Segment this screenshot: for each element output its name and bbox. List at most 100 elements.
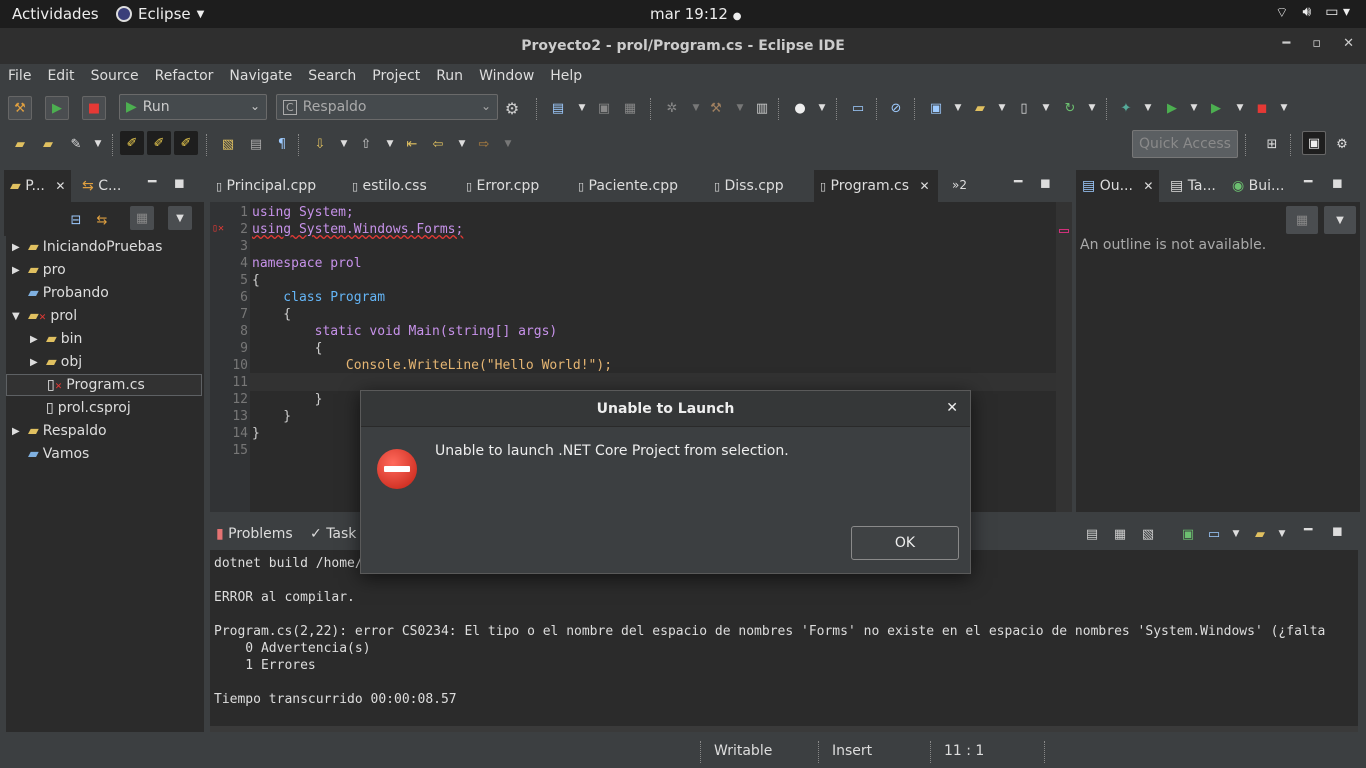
menu-project[interactable]: Project [364,64,428,90]
person-icon[interactable]: ● [788,96,812,120]
chevron-down-icon[interactable]: ▼ [810,96,834,120]
tree-item-program-cs[interactable]: ▯✕ Program.cs [6,374,202,396]
show-whitespace-icon[interactable]: ▤ [244,132,268,156]
view-menu-icon[interactable]: ▼ [168,206,192,230]
expand-icon[interactable]: ▶ [12,265,24,276]
tree-item-obj[interactable]: ▶ ▰ obj [30,351,226,373]
collapse-all-icon[interactable]: ⊟ [64,208,88,232]
console-output[interactable]: dotnet build /home/al ERROR al compilar.… [210,550,1358,732]
open-console-icon[interactable]: ▰ [1248,522,1272,546]
filter-icon[interactable]: ▦ [1286,206,1318,234]
maximize-button[interactable]: ▫ [1312,36,1321,51]
new-icon[interactable]: ▤ [546,96,570,120]
tab-diss-cpp[interactable]: ▯ Diss.cpp [708,170,790,202]
maximize-view-button[interactable]: ◼ [1332,524,1343,539]
block-select-icon[interactable]: ▧ [216,132,240,156]
menu-help[interactable]: Help [542,64,590,90]
ok-button[interactable]: OK [851,526,959,560]
tab-task-list[interactable]: ▤ Ta... [1164,170,1222,202]
view-menu-icon[interactable]: ▼ [1324,206,1356,234]
menu-edit[interactable]: Edit [39,64,82,90]
app-menu-button[interactable]: Eclipse ▼ [116,5,204,23]
new-folder-icon[interactable]: ▰ [968,96,992,120]
word-wrap-icon[interactable]: ▧ [1136,522,1160,546]
last-edit-icon[interactable]: ⇤ [400,132,424,156]
tab-error-cpp[interactable]: ▯ Error.cpp [460,170,545,202]
forward-icon[interactable]: ⇨ [472,132,496,156]
minimize-view-button[interactable]: ━ [1304,174,1312,190]
overview-ruler[interactable] [1056,202,1072,512]
launch-mode-select[interactable]: ▶ Run ⌄ [119,94,267,120]
close-icon[interactable]: ✕ [919,179,929,193]
new-file-icon[interactable]: ▯ [1012,96,1036,120]
close-icon[interactable]: ✕ [1143,179,1153,193]
error-ruler-marker[interactable] [1059,229,1069,233]
expand-icon[interactable]: ▶ [12,242,24,253]
expand-icon[interactable]: ▶ [30,334,42,345]
tree-item-vamos[interactable]: ▰ Vamos [12,443,208,465]
wifi-icon[interactable]: ⌔ [1275,4,1288,22]
filter-icon[interactable]: ▦ [130,206,154,230]
minimize-view-button[interactable]: ━ [1304,522,1312,538]
tab-call-hierarchy[interactable]: ⇆ C... [76,170,127,202]
close-window-button[interactable]: ✕ [1343,36,1354,51]
minimize-view-button[interactable]: ━ [148,174,156,190]
highlight-icon[interactable]: ✐ [147,131,171,155]
clock[interactable]: mar 19:12 ● [650,5,741,23]
tree-item-prol[interactable]: ▼ ▰✕ prol [12,305,208,327]
chevron-down-icon[interactable]: ▼ [1034,96,1058,120]
tab-paciente-cpp[interactable]: ▯ Paciente.cpp [572,170,684,202]
chevron-down-icon[interactable]: ▼ [1270,522,1294,546]
save-all-icon[interactable]: ▦ [618,96,642,120]
menu-run[interactable]: Run [428,64,471,90]
tab-principal-cpp[interactable]: ▯ Principal.cpp [210,170,322,202]
back-icon[interactable]: ⇦ [426,132,450,156]
battery-icon[interactable]: ▭ ▾ [1325,4,1350,22]
close-dialog-button[interactable]: ✕ [946,400,958,416]
chevron-down-icon[interactable]: ▼ [86,132,110,156]
save-icon[interactable]: ▣ [592,96,616,120]
perspective-debug-icon[interactable]: ⚙ [1330,132,1354,156]
build-button[interactable]: ⚒ [8,96,32,120]
minimize-button[interactable]: ━ [1282,36,1290,51]
maximize-view-button[interactable]: ◼ [1332,176,1343,191]
display-console-icon[interactable]: ▭ [1202,522,1226,546]
minimize-editor-button[interactable]: ━ [1014,174,1022,190]
tab-project-explorer[interactable]: ▰ P... ✕ [4,170,72,202]
maximize-view-button[interactable]: ◼ [174,176,185,191]
gear-icon[interactable]: ⚙ [500,96,524,120]
menu-search[interactable]: Search [300,64,364,90]
chevron-down-icon[interactable]: ▼ [1272,96,1296,120]
skip-breakpoints-icon[interactable]: ⊘ [884,96,908,120]
clear-console-icon[interactable]: ▤ [1080,522,1104,546]
volume-icon[interactable]: 🔊︎ [1302,4,1311,22]
chevron-down-icon[interactable]: ▼ [1182,96,1206,120]
menu-source[interactable]: Source [83,64,147,90]
clipboard-icon[interactable]: ▥ [750,96,774,120]
open-perspective-icon[interactable]: ⊞ [1260,132,1284,156]
tree-item-iniciandopruebas[interactable]: ▶ ▰ IniciandoPruebas [12,236,208,258]
tab-estilo-css[interactable]: ▯ estilo.css [346,170,433,202]
tree-item-bin[interactable]: ▶ ▰ bin [30,328,226,350]
console-horizontal-scrollbar[interactable] [210,726,1358,732]
chevron-down-icon[interactable]: ▼ [990,96,1014,120]
chevron-down-icon[interactable]: ▼ [728,96,752,120]
menu-refactor[interactable]: Refactor [147,64,222,90]
tree-item-pro[interactable]: ▶ ▰ pro [12,259,208,281]
coverage-icon[interactable]: ◼ [1250,96,1274,120]
refresh-icon[interactable]: ↻ [1058,96,1082,120]
open-folder-icon[interactable]: ▰ [36,132,60,156]
chevron-down-icon[interactable]: ▼ [496,132,520,156]
chevron-down-icon[interactable]: ▼ [378,132,402,156]
chevron-down-icon[interactable]: ▼ [332,132,356,156]
chevron-down-icon[interactable]: ▼ [1080,96,1104,120]
prev-annotation-icon[interactable]: ⇧ [354,132,378,156]
toggle-edit-icon[interactable]: ✐ [174,131,198,155]
tab-outline[interactable]: ▤ Ou... ✕ [1076,170,1160,202]
stop-button[interactable]: ■ [82,96,106,120]
open-type-icon[interactable]: ▰ [8,132,32,156]
link-editor-icon[interactable]: ⇆ [90,208,114,232]
hammer-icon[interactable]: ⚒ [704,96,728,120]
chevron-down-icon[interactable]: ▼ [946,96,970,120]
activities-button[interactable]: Actividades [12,5,99,23]
